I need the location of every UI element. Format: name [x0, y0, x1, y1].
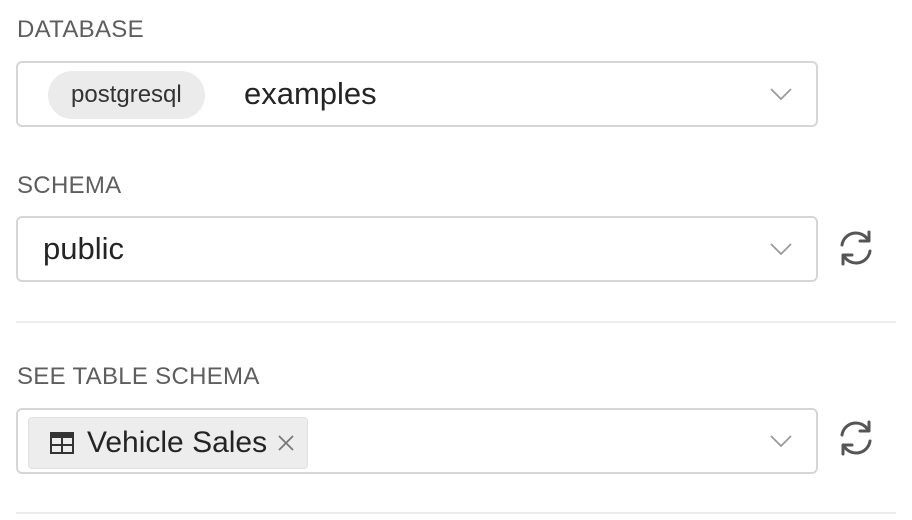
table-icon [50, 432, 74, 454]
refresh-icon[interactable] [836, 228, 876, 268]
close-icon[interactable] [277, 434, 295, 452]
selected-table-tag: Vehicle Sales [28, 417, 309, 469]
table-schema-label: SEE TABLE SCHEMA [17, 363, 260, 390]
chevron-down-icon [770, 88, 792, 100]
schema-label: SCHEMA [17, 172, 122, 199]
database-label: DATABASE [17, 16, 144, 43]
schema-select[interactable]: public [16, 216, 818, 282]
chevron-down-icon [770, 243, 792, 255]
chevron-down-icon [770, 435, 792, 447]
refresh-icon[interactable] [836, 418, 876, 458]
table-schema-select[interactable]: Vehicle Sales [16, 408, 818, 474]
database-selected-value: examples [244, 76, 377, 111]
database-select[interactable]: postgresql examples [16, 61, 818, 127]
section-divider [16, 512, 896, 514]
database-engine-badge: postgresql [48, 71, 205, 119]
selected-table-label: Vehicle Sales [87, 426, 268, 459]
schema-selected-value: public [43, 231, 124, 266]
section-divider [16, 321, 896, 323]
